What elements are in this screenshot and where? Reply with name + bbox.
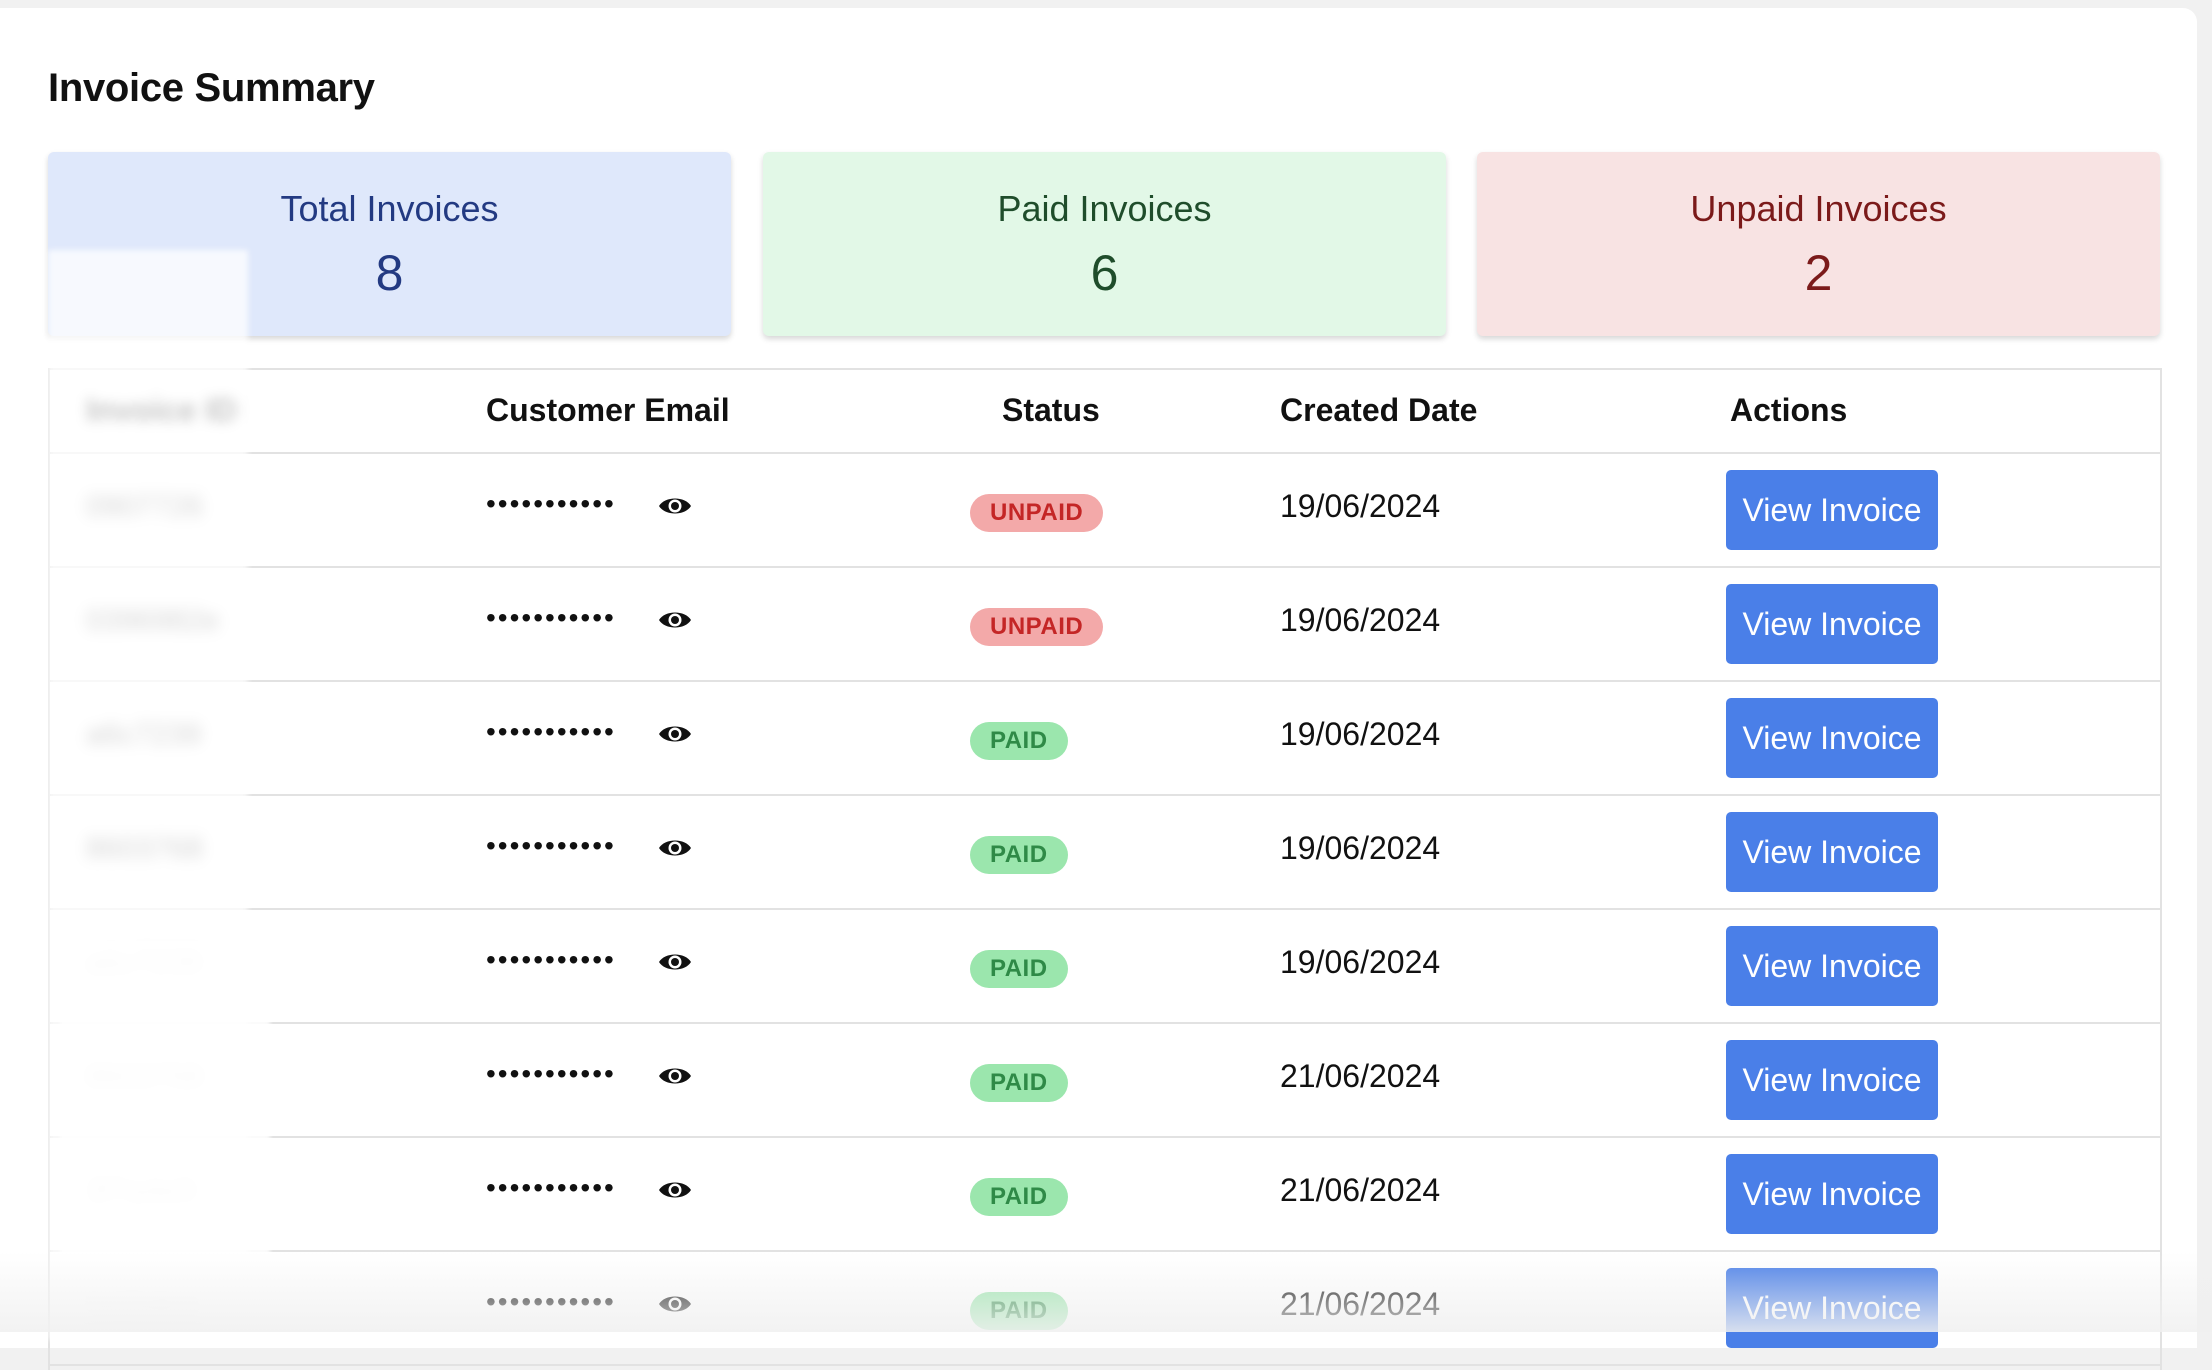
view-invoice-button[interactable]: View Invoice <box>1726 1040 1938 1120</box>
created-date: 19/06/2024 <box>1280 944 1440 981</box>
eye-icon[interactable] <box>658 1178 692 1202</box>
status-badge: UNPAID <box>970 608 1103 646</box>
eye-icon[interactable] <box>658 1064 692 1088</box>
bottom-fade <box>0 1252 2212 1332</box>
unpaid-invoices-card: Unpaid Invoices 2 <box>1477 152 2160 336</box>
created-date: 19/06/2024 <box>1280 830 1440 867</box>
invoice-table: Invoice ID Customer Email Status Created… <box>48 368 2162 1370</box>
paid-invoices-label: Paid Invoices <box>763 188 1446 230</box>
masked-email: ••••••••••• <box>486 1058 616 1090</box>
eye-icon[interactable] <box>658 836 692 860</box>
table-row: 0396982e•••••••••••UNPAID19/06/2024View … <box>50 568 2160 682</box>
page-title: Invoice Summary <box>48 66 375 111</box>
created-date: 21/06/2024 <box>1280 1172 1440 1209</box>
table-row: a6c7239•••••••••••PAID19/06/2024View Inv… <box>50 910 2160 1024</box>
header-actions: Actions <box>1730 392 1847 429</box>
paid-invoices-value: 6 <box>763 244 1446 302</box>
table-row: a6c7239•••••••••••PAID19/06/2024View Inv… <box>50 682 2160 796</box>
status-badge: PAID <box>970 1064 1068 1102</box>
view-invoice-button[interactable]: View Invoice <box>1726 470 1938 550</box>
view-invoice-button[interactable]: View Invoice <box>1726 812 1938 892</box>
status-badge: PAID <box>970 950 1068 988</box>
table-header: Invoice ID Customer Email Status Created… <box>50 370 2160 454</box>
eye-icon[interactable] <box>658 494 692 518</box>
paid-invoices-card: Paid Invoices 6 <box>763 152 1446 336</box>
total-invoices-label: Total Invoices <box>48 188 731 230</box>
unpaid-invoices-label: Unpaid Invoices <box>1477 188 2160 230</box>
masked-email: ••••••••••• <box>486 944 616 976</box>
created-date: 19/06/2024 <box>1280 716 1440 753</box>
main-panel: Invoice Summary Total Invoices 8 Paid In… <box>0 8 2197 1348</box>
masked-email: ••••••••••• <box>486 602 616 634</box>
status-badge: PAID <box>970 1178 1068 1216</box>
status-badge: UNPAID <box>970 494 1103 532</box>
status-badge: PAID <box>970 836 1068 874</box>
eye-icon[interactable] <box>658 722 692 746</box>
status-badge: PAID <box>970 722 1068 760</box>
table-row: 3f7a4e9•••••••••••PAID21/06/2024View Inv… <box>50 1138 2160 1252</box>
masked-email: ••••••••••• <box>486 830 616 862</box>
table-row: 8603768•••••••••••PAID19/06/2024View Inv… <box>50 796 2160 910</box>
header-customer-email: Customer Email <box>486 392 730 429</box>
created-date: 21/06/2024 <box>1280 1058 1440 1095</box>
created-date: 19/06/2024 <box>1280 602 1440 639</box>
eye-icon[interactable] <box>658 608 692 632</box>
view-invoice-button[interactable]: View Invoice <box>1726 698 1938 778</box>
created-date: 19/06/2024 <box>1280 488 1440 525</box>
header-status: Status <box>1002 392 1100 429</box>
masked-email: ••••••••••• <box>486 488 616 520</box>
table-row: 8603768•••••••••••PAID21/06/2024View Inv… <box>50 1024 2160 1138</box>
masked-email: ••••••••••• <box>486 1172 616 1204</box>
eye-icon[interactable] <box>658 950 692 974</box>
header-created-date: Created Date <box>1280 392 1477 429</box>
table-row: 0907726•••••••••••UNPAID19/06/2024View I… <box>50 454 2160 568</box>
view-invoice-button[interactable]: View Invoice <box>1726 926 1938 1006</box>
unpaid-invoices-value: 2 <box>1477 244 2160 302</box>
view-invoice-button[interactable]: View Invoice <box>1726 584 1938 664</box>
view-invoice-button[interactable]: View Invoice <box>1726 1154 1938 1234</box>
masked-email: ••••••••••• <box>486 716 616 748</box>
